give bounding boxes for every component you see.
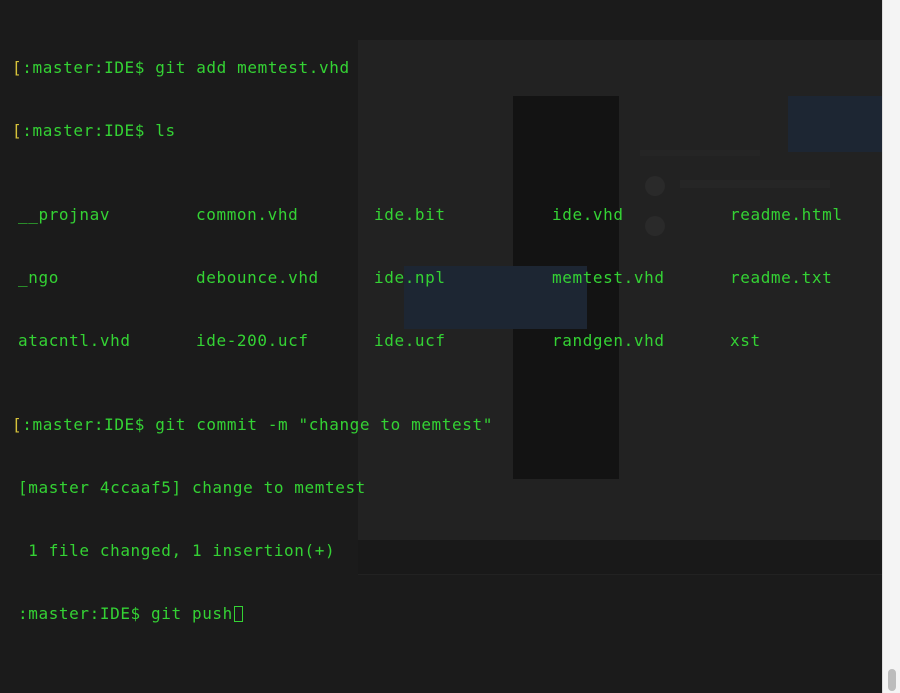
- ls-entry: _ngo: [18, 268, 59, 287]
- text-cursor: [233, 606, 243, 622]
- prompt-bracket: [: [12, 415, 23, 434]
- commit-result-line: [master 4ccaaf5] change to memtest: [18, 478, 366, 497]
- prompt: :master:IDE$: [22, 58, 146, 77]
- prompt-bracket: [: [12, 58, 23, 77]
- terminal-input-line[interactable]: :master:IDE$ git push: [12, 603, 882, 624]
- current-input-text[interactable]: git push: [141, 604, 233, 623]
- prompt: :master:IDE$: [22, 121, 146, 140]
- command-text: git add memtest.vhd: [145, 58, 350, 77]
- ls-entry: randgen.vhd: [552, 331, 665, 350]
- scrollbar-thumb[interactable]: [888, 669, 896, 691]
- terminal-window[interactable]: [:master:IDE$ git add memtest.vhd [:mast…: [0, 0, 882, 693]
- ls-entry: debounce.vhd: [196, 268, 319, 287]
- ls-entry: ide-200.ucf: [196, 331, 309, 350]
- ls-entry: ide.npl: [374, 268, 446, 287]
- ls-output-row: __projnav common.vhd ide.bit ide.vhd rea…: [12, 204, 882, 225]
- prompt: :master:IDE$: [22, 415, 146, 434]
- command-text: git commit -m "change to memtest": [145, 415, 493, 434]
- ls-output-row: atacntl.vhd ide-200.ucf ide.ucf randgen.…: [12, 330, 882, 351]
- prompt: :master:IDE$: [18, 604, 141, 623]
- ls-output-row: _ngo debounce.vhd ide.npl memtest.vhd re…: [12, 267, 882, 288]
- ls-entry: ide.vhd: [552, 205, 624, 224]
- ls-entry: atacntl.vhd: [18, 331, 131, 350]
- ls-entry: common.vhd: [196, 205, 299, 224]
- commit-summary-line: 1 file changed, 1 insertion(+): [18, 541, 336, 560]
- terminal-line: [:master:IDE$ git add memtest.vhd: [12, 57, 882, 78]
- terminal-output: [:master:IDE$ git add memtest.vhd [:mast…: [12, 15, 882, 666]
- terminal-line: [:master:IDE$ ls: [12, 120, 882, 141]
- ls-entry: xst: [730, 331, 761, 350]
- prompt-bracket: [: [12, 121, 23, 140]
- terminal-line: [:master:IDE$ git commit -m "change to m…: [12, 414, 882, 435]
- ls-entry: readme.html: [730, 205, 843, 224]
- ls-entry: ide.ucf: [374, 331, 446, 350]
- vertical-scrollbar[interactable]: [882, 0, 900, 693]
- ls-entry: __projnav: [18, 205, 111, 224]
- ls-entry: readme.txt: [730, 268, 833, 287]
- ls-entry: memtest.vhd: [552, 268, 665, 287]
- ls-entry: ide.bit: [374, 205, 446, 224]
- command-text: ls: [145, 121, 176, 140]
